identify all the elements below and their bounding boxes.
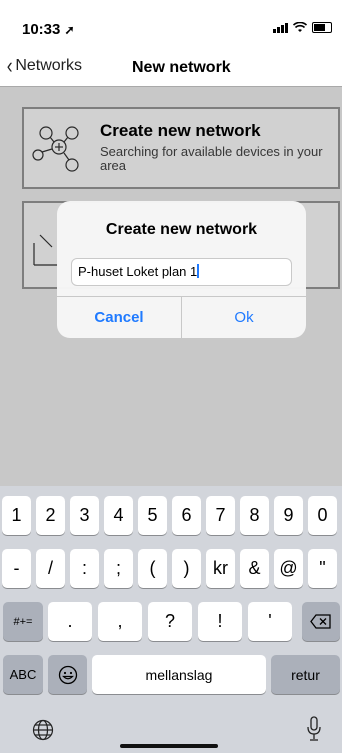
status-icons [273, 22, 332, 33]
key[interactable]: ? [148, 602, 192, 641]
key[interactable]: 6 [172, 496, 201, 535]
ok-button[interactable]: Ok [182, 297, 306, 338]
microphone-icon[interactable] [306, 716, 322, 742]
key[interactable]: 4 [104, 496, 133, 535]
create-network-dialog: Create new network P-huset Loket plan 1 … [57, 201, 306, 338]
back-label: Networks [15, 57, 83, 74]
key[interactable]: ! [198, 602, 242, 641]
key[interactable]: ) [172, 549, 201, 588]
key[interactable]: ( [138, 549, 167, 588]
key-more-symbols[interactable]: #+= [3, 602, 43, 641]
key-space[interactable]: mellanslag [92, 655, 266, 694]
key-abc[interactable]: ABC [3, 655, 43, 694]
key[interactable]: 8 [240, 496, 269, 535]
key[interactable]: / [36, 549, 65, 588]
emoji-icon [58, 665, 77, 684]
key-return[interactable]: retur [271, 655, 340, 694]
wifi-icon [293, 22, 307, 32]
key[interactable]: ' [248, 602, 292, 641]
network-name-value: P-huset Loket plan 1 [78, 264, 198, 279]
key[interactable]: kr [206, 549, 235, 588]
key-emoji[interactable] [48, 655, 87, 694]
key[interactable]: , [98, 602, 142, 641]
location-arrow-icon: ➚ [64, 23, 75, 37]
page-title: New network [132, 59, 231, 76]
cancel-button[interactable]: Cancel [57, 297, 181, 338]
key[interactable]: : [70, 549, 99, 588]
key[interactable]: . [48, 602, 92, 641]
key[interactable]: 2 [36, 496, 65, 535]
status-time: 10:33 ➚ [22, 21, 75, 38]
cellular-signal-icon [273, 22, 288, 33]
key-backspace[interactable] [302, 602, 340, 641]
key[interactable]: ; [104, 549, 133, 588]
back-button[interactable]: ‹ Networks [6, 53, 83, 78]
key[interactable]: " [308, 549, 337, 588]
key[interactable]: 5 [138, 496, 167, 535]
chevron-left-icon: ‹ [6, 53, 13, 78]
status-time-text: 10:33 [22, 21, 61, 38]
key[interactable]: 1 [2, 496, 31, 535]
battery-icon [312, 22, 332, 33]
key[interactable]: - [2, 549, 31, 588]
key[interactable]: & [240, 549, 269, 588]
home-indicator [120, 744, 218, 748]
globe-icon[interactable] [32, 719, 54, 741]
backspace-icon [310, 614, 331, 629]
keyboard: 1234567890 - /:;() kr & @ " #+= .,?! ' ABC mel… [0, 486, 342, 753]
key[interactable]: 0 [308, 496, 337, 535]
key[interactable]: 3 [70, 496, 99, 535]
network-name-input[interactable]: P-huset Loket plan 1 [71, 258, 292, 286]
dialog-title: Create new network [105, 221, 258, 238]
key[interactable]: @ [274, 549, 303, 588]
key[interactable]: 7 [206, 496, 235, 535]
key[interactable]: 9 [274, 496, 303, 535]
text-caret [197, 264, 200, 278]
